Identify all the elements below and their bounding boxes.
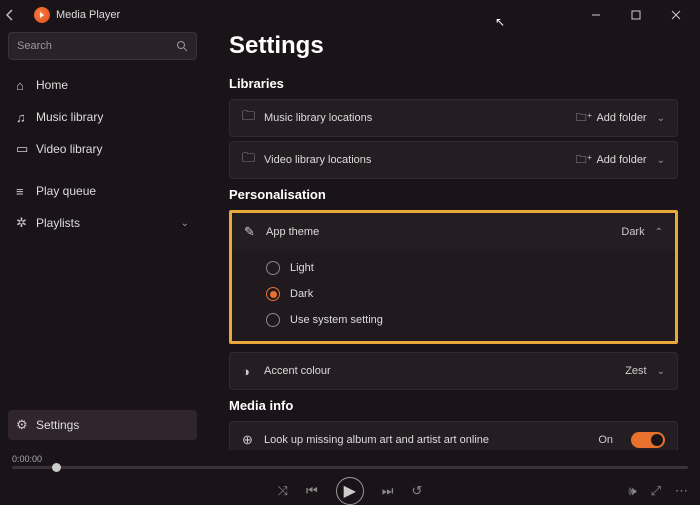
sidebar-item-label: Home <box>36 78 68 92</box>
sidebar-item-home[interactable]: ⌂ Home <box>8 70 197 100</box>
close-button[interactable] <box>656 0 696 30</box>
sidebar-item-label: Music library <box>36 110 103 124</box>
sidebar-item-label: Settings <box>36 418 79 432</box>
video-library-row[interactable]: 🗀 Video library locations 🗀⁺ Add folder … <box>229 141 678 179</box>
app-title: Media Player <box>56 9 576 21</box>
theme-option-light[interactable]: Light <box>232 255 675 281</box>
folder-icon: 🗀 <box>242 107 264 129</box>
radio-icon <box>266 261 280 275</box>
row-label: Music library locations <box>264 112 372 124</box>
add-folder-button[interactable]: 🗀⁺ Add folder <box>576 109 657 128</box>
gear-icon: ⚙ <box>16 417 36 433</box>
section-mediainfo: Media info <box>229 398 678 413</box>
music-library-row[interactable]: 🗀 Music library locations 🗀⁺ Add folder … <box>229 99 678 137</box>
repeat-button[interactable]: ↺ <box>411 483 422 499</box>
sidebar-item-queue[interactable]: ≡ Play queue <box>8 176 197 206</box>
sidebar-item-settings[interactable]: ⚙ Settings <box>8 410 197 440</box>
theme-option-dark[interactable]: Dark <box>232 281 675 307</box>
theme-option-system[interactable]: Use system setting <box>232 307 675 333</box>
more-button[interactable]: ⋯ <box>675 483 688 499</box>
lookup-row[interactable]: ⊕ Look up missing album art and artist a… <box>229 421 678 450</box>
volume-button[interactable]: 🕪 <box>628 483 636 499</box>
miniplayer-button[interactable]: ⤢ <box>651 483 661 499</box>
app-theme-row[interactable]: ✎ App theme Dark ⌃ <box>232 213 675 251</box>
add-folder-icon: 🗀⁺ <box>576 109 593 128</box>
row-value: Dark <box>621 226 654 238</box>
row-label: Video library locations <box>264 154 371 166</box>
radio-icon-selected <box>266 287 280 301</box>
add-folder-button[interactable]: 🗀⁺ Add folder <box>576 151 657 170</box>
toggle-label: On <box>598 434 623 446</box>
sidebar-item-video[interactable]: ▭ Video library <box>8 134 197 164</box>
maximize-button[interactable] <box>616 0 656 30</box>
titlebar: Media Player <box>0 0 700 30</box>
sidebar-item-playlists[interactable]: ✲ Playlists ⌄ <box>8 208 197 238</box>
folder-icon: 🗀 <box>242 149 264 171</box>
search-input[interactable] <box>17 40 176 52</box>
radio-icon <box>266 313 280 327</box>
shuffle-button[interactable]: ⤨ <box>278 483 288 499</box>
theme-options: Light Dark Use system setting <box>232 251 675 341</box>
globe-icon: ⊕ <box>242 432 264 448</box>
main-content: Settings Libraries 🗀 Music library locat… <box>205 30 700 450</box>
add-folder-icon: 🗀⁺ <box>576 151 593 170</box>
row-label: Accent colour <box>264 365 331 377</box>
video-icon: ▭ <box>16 141 36 157</box>
prev-button[interactable]: ⏮ <box>306 483 318 499</box>
chevron-down-icon[interactable]: ⌄ <box>657 113 665 124</box>
play-button[interactable]: ▶ <box>336 477 364 505</box>
chevron-down-icon: ⌄ <box>181 218 189 229</box>
page-title: Settings <box>229 32 678 60</box>
palette-icon: ◑ <box>242 364 264 379</box>
sidebar-item-label: Video library <box>36 142 102 156</box>
search-icon <box>176 40 188 52</box>
app-theme-highlight: ✎ App theme Dark ⌃ Light Dark Use system… <box>229 210 678 344</box>
toggle-switch[interactable] <box>631 432 665 448</box>
section-personalisation: Personalisation <box>229 187 678 202</box>
back-button[interactable] <box>4 9 34 21</box>
player-track[interactable] <box>12 466 688 469</box>
section-libraries: Libraries <box>229 76 678 91</box>
chevron-down-icon[interactable]: ⌄ <box>657 155 665 166</box>
row-label: Look up missing album art and artist art… <box>264 434 489 446</box>
sidebar-item-music[interactable]: ♫ Music library <box>8 102 197 132</box>
queue-icon: ≡ <box>16 184 36 199</box>
sidebar: ⌂ Home ♫ Music library ▭ Video library ≡… <box>0 30 205 450</box>
playlist-icon: ✲ <box>16 215 36 231</box>
row-value: Zest <box>625 365 656 377</box>
chevron-down-icon[interactable]: ⌄ <box>657 366 665 377</box>
search-box[interactable] <box>8 32 197 60</box>
accent-colour-row[interactable]: ◑ Accent colour Zest ⌄ <box>229 352 678 390</box>
row-label: App theme <box>266 226 319 238</box>
home-icon: ⌂ <box>16 78 36 93</box>
sidebar-item-label: Play queue <box>36 184 96 198</box>
chevron-up-icon[interactable]: ⌃ <box>655 227 663 238</box>
sidebar-item-label: Playlists <box>36 216 80 230</box>
minimize-button[interactable] <box>576 0 616 30</box>
music-icon: ♫ <box>16 110 36 125</box>
player-bar: 0:00:00 ⤨ ⏮ ▶ ⏭ ↺ 🕪 ⤢ ⋯ <box>0 450 700 503</box>
app-icon <box>34 7 50 23</box>
brush-icon: ✎ <box>244 224 266 240</box>
player-time: 0:00:00 <box>12 454 688 464</box>
next-button[interactable]: ⏭ <box>382 483 394 499</box>
